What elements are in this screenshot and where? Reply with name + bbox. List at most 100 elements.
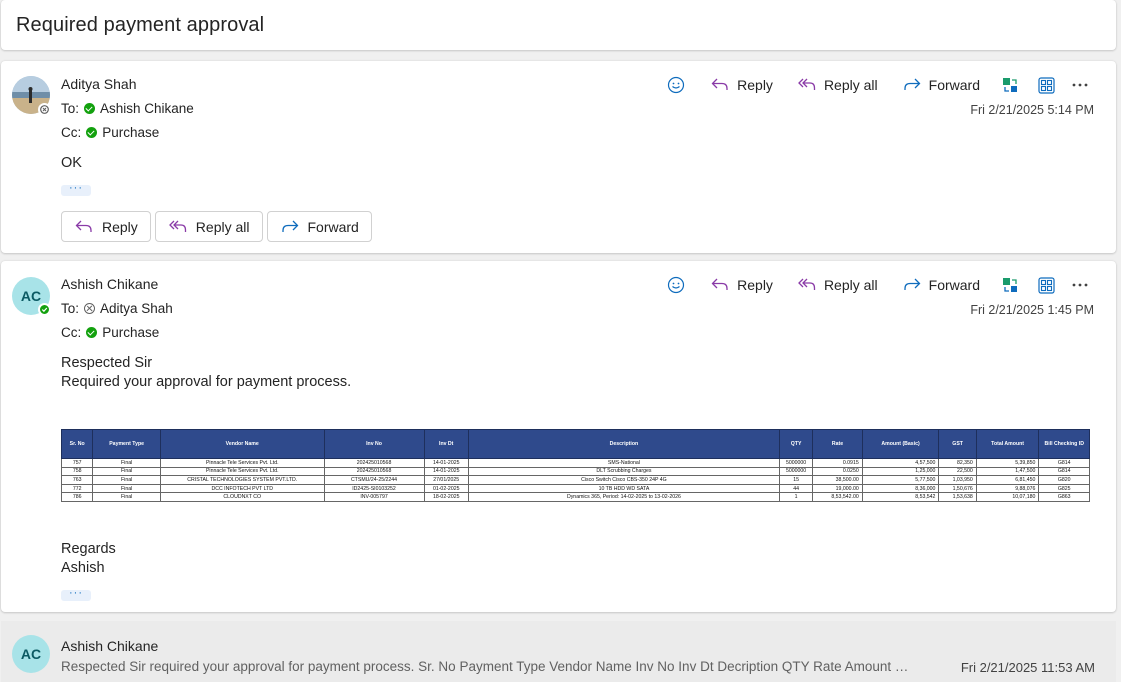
emoji-button[interactable] [654, 271, 698, 299]
immersive-reader-button[interactable] [1028, 71, 1064, 99]
invoice-table: Sr. No Payment Type Vendor Name Inv No Inv D… [60, 429, 1090, 502]
share-to-teams-button[interactable] [992, 271, 1028, 299]
table-cell: 772 [60, 483, 94, 494]
cc-label: Cc: [61, 125, 82, 140]
table-cell: Final [92, 475, 161, 485]
forward-label: Forward [928, 277, 980, 293]
table-cell: Final [92, 492, 161, 502]
immersive-reader-icon [1036, 275, 1056, 295]
avatar-ashish[interactable]: AC [12, 635, 50, 673]
forward-label: Forward [307, 218, 359, 235]
reply-all-button[interactable]: Reply all [154, 211, 263, 242]
emoji-button[interactable] [654, 71, 698, 99]
table-cell: 8,53,542.00 [812, 492, 863, 502]
table-cell: 9,88,076 [975, 483, 1040, 494]
table-cell: 8,36,000 [861, 483, 940, 494]
immersive-reader-button[interactable] [1028, 271, 1064, 299]
presence-offline-icon [84, 303, 96, 314]
reply-all-label: Reply all [195, 218, 250, 235]
more-actions-button[interactable] [1064, 271, 1096, 299]
table-cell: INV-005797 [323, 492, 425, 502]
table-header-cell: Description [467, 429, 780, 459]
cc-recipient[interactable]: Purchase [102, 125, 159, 140]
reply-button[interactable]: Reply [698, 271, 785, 299]
forward-label: Forward [928, 77, 980, 93]
to-recipient[interactable]: Ashish Chikane [100, 101, 194, 116]
message-body: OK [61, 155, 82, 171]
presence-offline-icon [38, 103, 51, 116]
message-date: Fri 2/21/2025 5:14 PM [970, 103, 1094, 117]
forward-button[interactable]: Forward [890, 71, 992, 99]
table-cell: DLT Scrubbing Charges [467, 466, 780, 477]
table-cell: 758 [60, 466, 94, 477]
table-cell: Dynamics 365, Period: 14-02-2025 to 13-0… [467, 492, 780, 502]
more-icon [1070, 75, 1090, 95]
table-cell: 202425010568 [323, 458, 425, 468]
table-cell: 5000000 [778, 458, 814, 468]
forward-button[interactable]: Forward [890, 271, 992, 299]
forward-icon [902, 275, 922, 295]
to-label: To: [61, 101, 80, 116]
message-date: Fri 2/21/2025 1:45 PM [970, 303, 1094, 317]
message-preview: Respected Sir required your approval for… [61, 659, 911, 674]
to-recipient[interactable]: Aditya Shah [100, 301, 173, 316]
reply-label: Reply [737, 277, 773, 293]
message-collapsed[interactable]: AC Ashish Chikane Respected Sir required… [1, 621, 1116, 682]
reply-label: Reply [102, 218, 138, 235]
table-cell: G814 [1038, 458, 1090, 468]
table-cell: G820 [1038, 475, 1090, 485]
reply-all-button[interactable]: Reply all [785, 71, 890, 99]
table-cell: 0.0250 [812, 466, 863, 477]
share-to-teams-button[interactable] [992, 71, 1028, 99]
cc-recipient[interactable]: Purchase [102, 325, 159, 340]
table-header-cell: Sr. No [60, 429, 94, 459]
show-trimmed-content-button[interactable]: ··· [61, 183, 91, 196]
presence-available-icon [86, 327, 98, 338]
sender-name[interactable]: Ashish Chikane [61, 276, 158, 292]
table-header-cell: QTY [778, 429, 814, 459]
more-actions-button[interactable] [1064, 71, 1096, 99]
forward-icon [902, 75, 922, 95]
table-cell: Pinnacle Tele Services Pvt. Ltd. [159, 466, 325, 477]
table-row: 758 Final Pinnacle Tele Services Pvt. Ltd.… [60, 466, 1090, 477]
table-cell: Final [92, 466, 161, 477]
reply-all-label: Reply all [823, 277, 878, 293]
reply-button[interactable]: Reply [61, 211, 151, 242]
cc-label: Cc: [61, 325, 82, 340]
table-cell: 202425010568 [323, 466, 425, 477]
table-cell: 1,53,638 [938, 492, 977, 502]
reply-label: Reply [737, 77, 773, 93]
show-trimmed-content-button[interactable]: ··· [61, 588, 91, 601]
greeting-text: Respected Sir [61, 355, 153, 371]
table-header-cell: Rate [812, 429, 863, 459]
table-cell: 1,47,500 [975, 466, 1040, 477]
table-cell: 15 [778, 475, 814, 485]
reply-button[interactable]: Reply [698, 71, 785, 99]
presence-available-icon [84, 103, 96, 114]
teams-share-icon [1000, 275, 1020, 295]
reply-icon [74, 217, 94, 237]
table-cell: CLOUDNXT CO [159, 492, 325, 502]
table-cell: 4,57,500 [861, 458, 940, 468]
forward-icon [280, 217, 300, 237]
table-header-cell: Inv Dt [423, 429, 469, 459]
cc-line: Cc: Purchase [61, 325, 159, 340]
table-cell: 786 [60, 492, 94, 502]
table-header-cell: Bill Checking ID [1038, 429, 1090, 459]
reply-all-icon [168, 217, 188, 237]
presence-available-icon [86, 127, 98, 138]
table-cell: 1,50,676 [938, 483, 977, 494]
table-cell: 763 [60, 475, 94, 485]
table-cell: 18-02-2025 [423, 492, 469, 502]
emoji-icon [666, 275, 686, 295]
table-cell: 0.0915 [812, 458, 863, 468]
sender-name: Ashish Chikane [61, 638, 159, 654]
message-aditya: Aditya Shah To: Ashish Chikane Cc: Purch… [1, 61, 1116, 253]
reply-all-button[interactable]: Reply all [785, 271, 890, 299]
subject-header: Required payment approval [1, 0, 1116, 50]
forward-button[interactable]: Forward [266, 211, 372, 242]
table-cell: 5,39,850 [975, 458, 1040, 468]
sender-name[interactable]: Aditya Shah [61, 76, 137, 92]
reply-icon [710, 275, 730, 295]
table-row: 757 Final Pinnacle Tele Services Pvt. Ltd.… [60, 458, 1090, 468]
